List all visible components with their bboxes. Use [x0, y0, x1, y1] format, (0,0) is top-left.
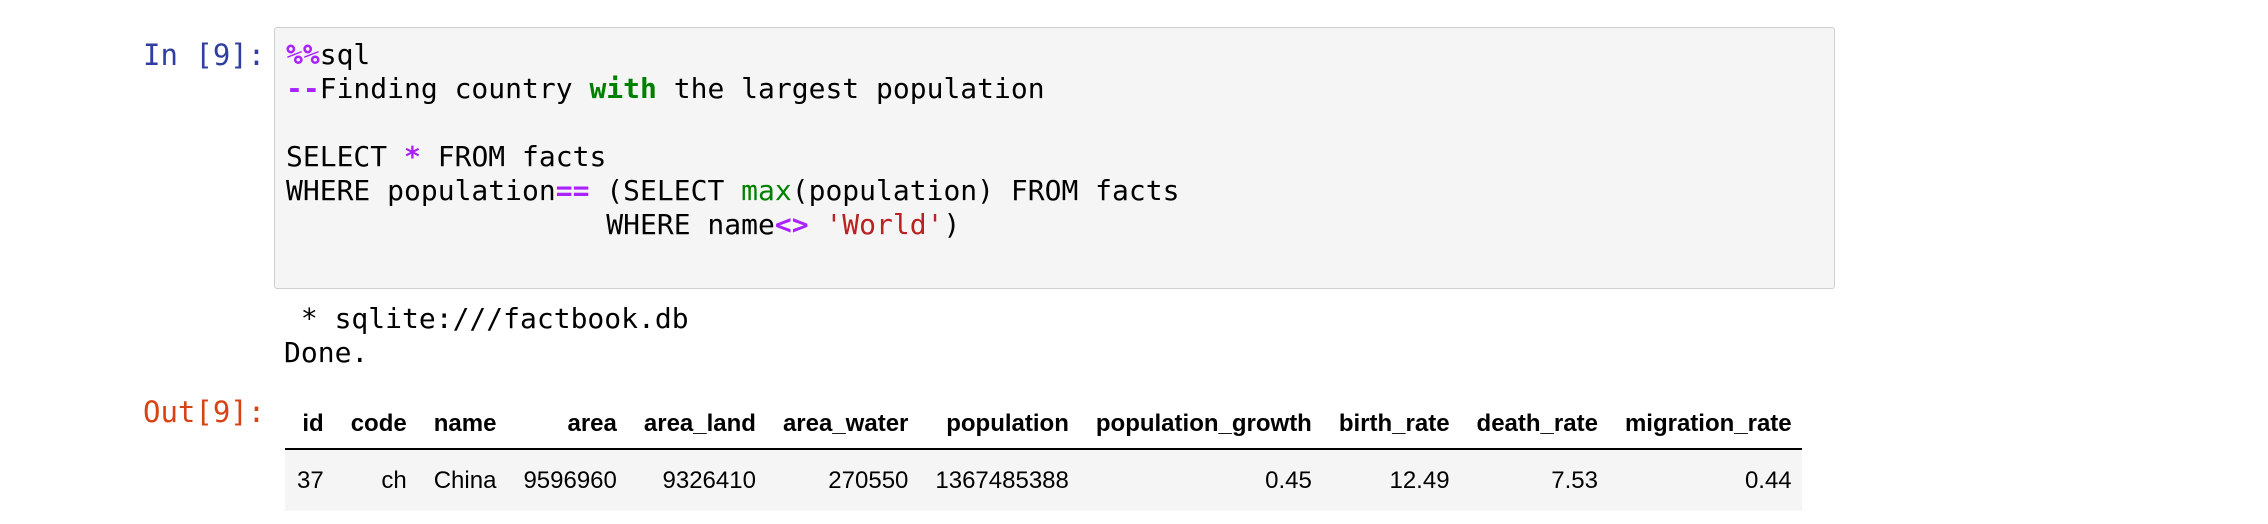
table-cell: 9326410 — [626, 449, 766, 511]
column-header: code — [333, 401, 417, 450]
table-cell: 7.53 — [1459, 449, 1608, 511]
equals-operator: == — [555, 174, 590, 207]
from-clause: FROM facts — [420, 140, 607, 173]
comment-text-a: Finding country — [319, 72, 590, 105]
subquery-where: WHERE name — [286, 208, 775, 241]
max-function: max — [741, 174, 792, 207]
comment-keyword: with — [589, 72, 657, 105]
table-row: 37 ch China 9596960 9326410 270550 13674… — [285, 449, 1802, 511]
code-line-5: WHERE population== (SELECT max(populatio… — [286, 174, 1179, 207]
table-cell: 37 — [285, 449, 334, 511]
table-cell: ch — [333, 449, 417, 511]
code-cell-editor[interactable]: %%sql --Finding country with the largest… — [274, 27, 1835, 289]
code-line-4: SELECT * FROM facts — [286, 140, 606, 173]
result-table: id code name area area_land area_water p… — [285, 401, 1802, 511]
table-header-row: id code name area area_land area_water p… — [285, 401, 1802, 450]
table-cell: 9596960 — [506, 449, 627, 511]
column-header: area_water — [765, 401, 919, 450]
code-line-1: %%sql — [286, 38, 370, 71]
code-line-6: WHERE name<> 'World') — [286, 208, 960, 241]
column-header: id — [285, 401, 334, 450]
column-header: population_growth — [1078, 401, 1322, 450]
cell-magic-name: sql — [319, 38, 371, 71]
comment-text-b: the largest population — [656, 72, 1045, 105]
select-keyword: SELECT — [286, 140, 405, 173]
stdout-line-1: * sqlite:///factbook.db — [284, 302, 689, 335]
table-cell: 0.44 — [1607, 449, 1802, 511]
cell-stdout: * sqlite:///factbook.db Done. — [284, 302, 689, 370]
star-operator: * — [404, 140, 421, 173]
subquery-select: (SELECT — [589, 174, 742, 207]
not-equal-operator: <> — [774, 208, 809, 241]
column-header: area_land — [626, 401, 766, 450]
code-line-2: --Finding country with the largest popul… — [286, 72, 1045, 105]
table-cell: 0.45 — [1078, 449, 1322, 511]
code-text[interactable]: %%sql --Finding country with the largest… — [286, 38, 1179, 242]
cell-magic-prefix: %% — [286, 38, 320, 71]
output-prompt: Out[9]: — [143, 395, 266, 429]
where-clause: WHERE population — [286, 174, 556, 207]
subquery-from: (population) FROM facts — [791, 174, 1180, 207]
column-header: name — [416, 401, 507, 450]
column-header: area — [506, 401, 627, 450]
table-cell: 270550 — [765, 449, 919, 511]
input-prompt: In [9]: — [143, 38, 266, 72]
column-header: birth_rate — [1321, 401, 1460, 450]
comment-marker: -- — [286, 72, 320, 105]
table-cell: 12.49 — [1321, 449, 1460, 511]
column-header: death_rate — [1459, 401, 1608, 450]
column-header: migration_rate — [1607, 401, 1802, 450]
closing-paren: ) — [943, 208, 961, 241]
string-literal: 'World' — [825, 208, 944, 241]
column-header: population — [918, 401, 1079, 450]
stdout-line-2: Done. — [284, 336, 369, 369]
table-cell: China — [416, 449, 507, 511]
table-cell: 1367485388 — [918, 449, 1079, 511]
